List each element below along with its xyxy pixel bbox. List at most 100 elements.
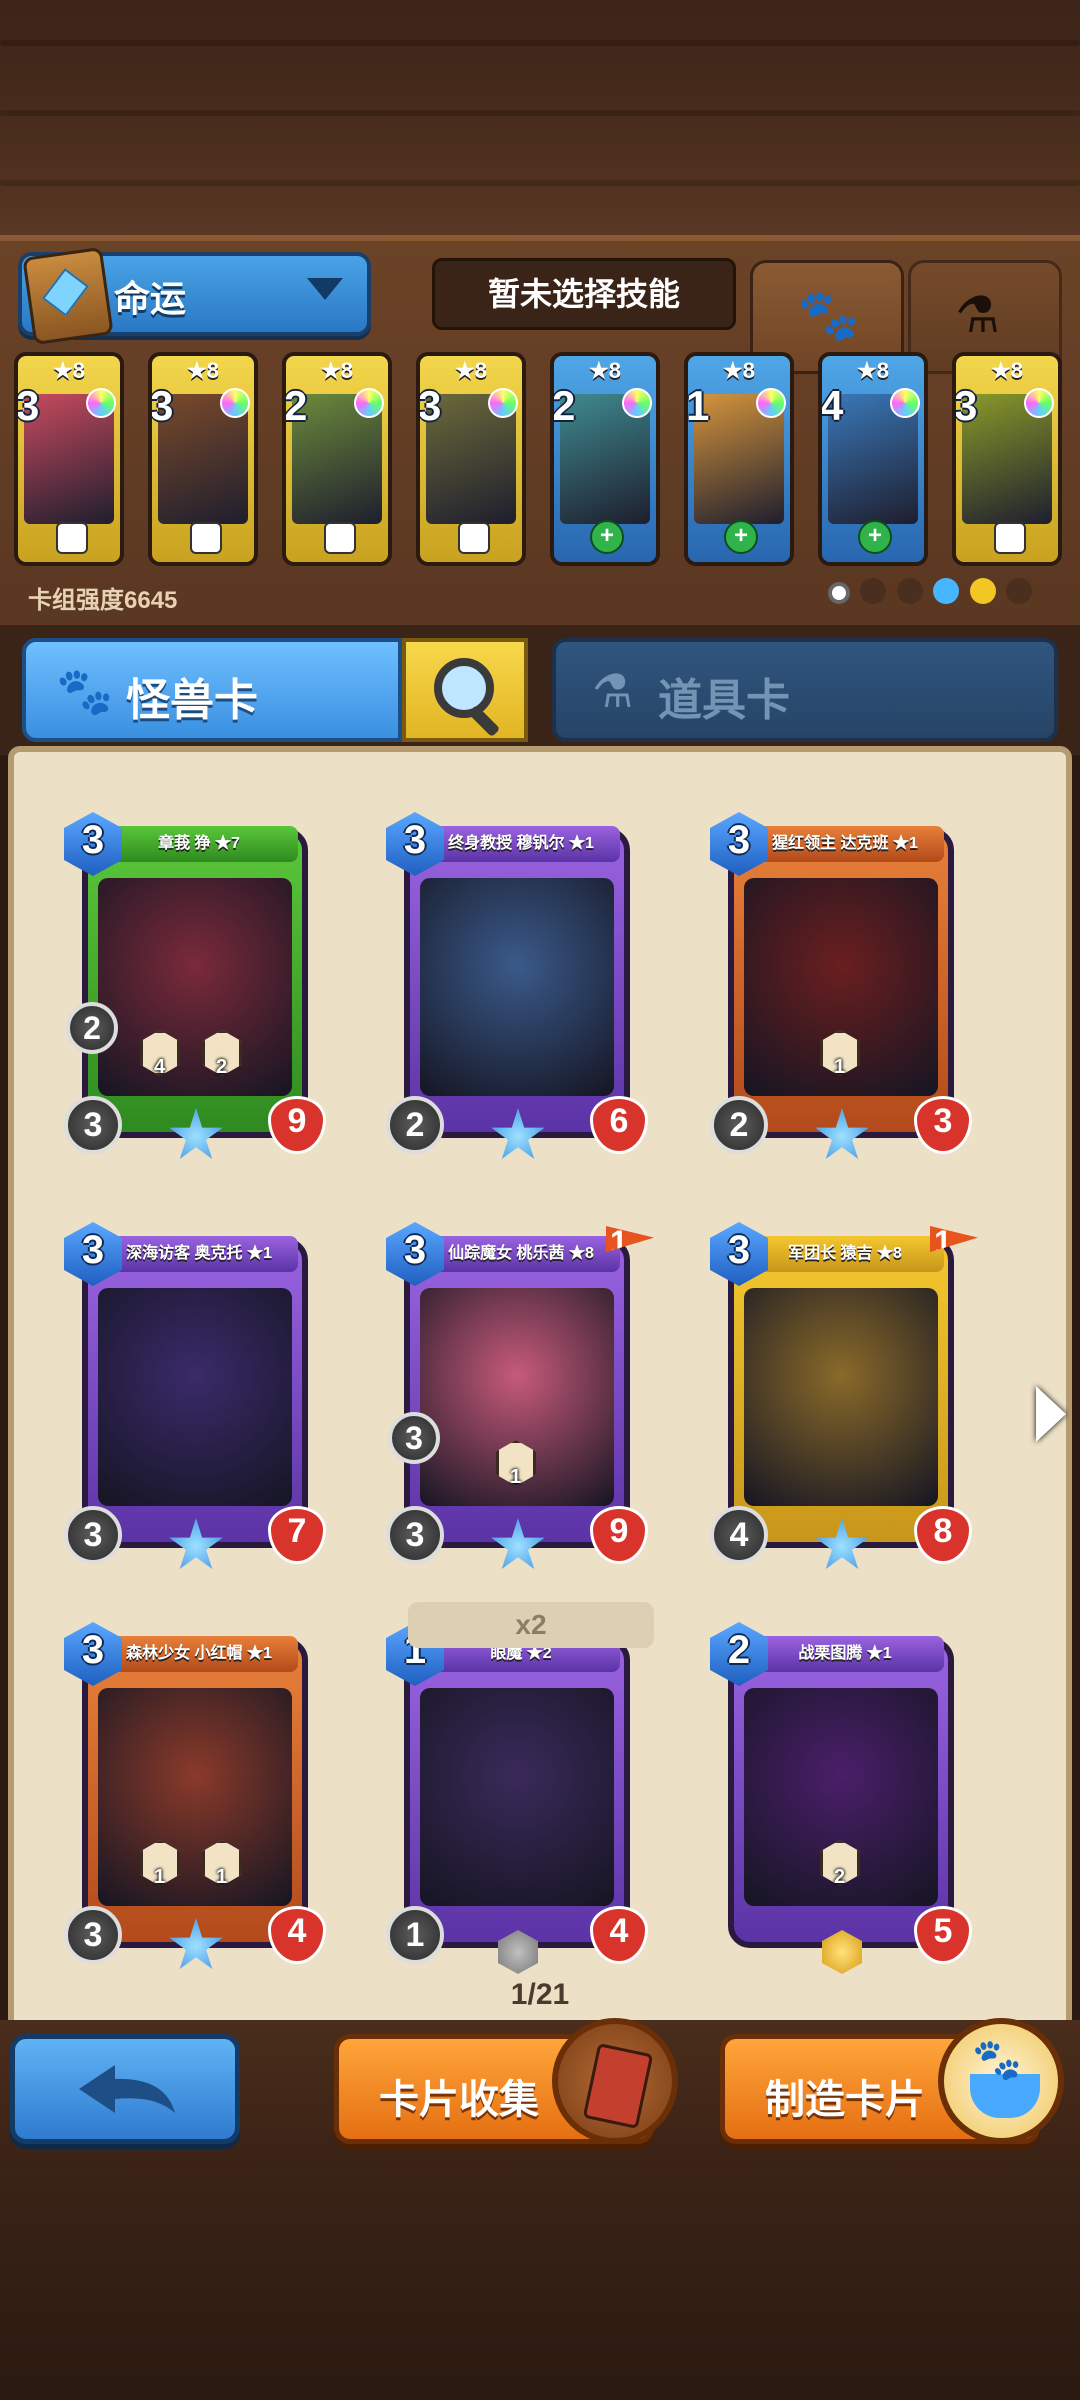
card-frame xyxy=(404,828,630,1138)
skill-value: 2 xyxy=(834,1866,846,1888)
filter-icon[interactable] xyxy=(896,578,923,604)
card-name: 军团长 猿吉 ★8 xyxy=(746,1236,944,1272)
element-gem-icon xyxy=(1024,388,1054,418)
card-cost: 2 xyxy=(284,382,308,429)
skill-value: 1 xyxy=(216,1866,228,1888)
card-attack: 2 xyxy=(405,1106,425,1144)
potion-icon: ⚗ xyxy=(592,665,634,717)
page-indicator: 1/21 xyxy=(510,1978,570,2011)
search-button[interactable] xyxy=(402,638,528,742)
card-frame xyxy=(404,1238,630,1548)
card-frame xyxy=(728,1238,954,1548)
card-cost: 3 xyxy=(727,818,751,862)
card-extra-stat: 2 xyxy=(83,1010,101,1046)
deck-strength: 卡组强度6645 xyxy=(28,587,178,614)
monster-card[interactable]: 终身教授 穆钒尔 ★1 3 6 2 xyxy=(386,812,648,1159)
card-cost: 1 xyxy=(686,382,710,429)
card-name: 仙踪魔女 桃乐茜 ★8 xyxy=(422,1236,620,1272)
card-cost: 4 xyxy=(820,382,844,429)
filter-icon[interactable] xyxy=(860,578,887,604)
next-page-arrow-icon[interactable] xyxy=(1036,1386,1066,1442)
health-icon: 9 xyxy=(268,1096,326,1154)
monster-card[interactable]: 战栗图腾 ★1 2 5 2 xyxy=(710,1622,972,1974)
monster-card[interactable]: 眼魔 ★2 1 4 1 xyxy=(386,1622,648,1974)
card-health: 3 xyxy=(933,1102,953,1140)
dice-icon xyxy=(56,522,88,554)
card-health: 7 xyxy=(287,1512,307,1550)
health-icon: 4 xyxy=(590,1906,648,1964)
button-label: 卡片收集 xyxy=(379,2078,539,2122)
deck-card[interactable]: ★8 3 xyxy=(952,352,1062,566)
card-cost: 3 xyxy=(403,818,427,862)
button-label: 制造卡片 xyxy=(765,2078,925,2122)
back-button[interactable] xyxy=(10,2034,240,2144)
attack-icon: 3 xyxy=(64,1096,122,1154)
deck-card[interactable]: ★8 3 xyxy=(14,352,124,566)
card-star: ★8 xyxy=(857,358,889,383)
tab-monster-cards[interactable]: 🐾 怪兽卡 xyxy=(22,638,402,742)
heal-icon: + xyxy=(590,520,624,554)
monster-card[interactable]: 深海访客 奥克托 ★1 3 7 3 xyxy=(64,1222,326,1569)
card-art xyxy=(744,1288,938,1506)
card-name: 章莪 狰 ★7 xyxy=(100,826,298,862)
card-star: ★8 xyxy=(991,358,1023,383)
monster-card[interactable]: 军团长 猿吉 ★8 3 8 4 1 xyxy=(710,1222,978,1569)
card-collection-icon[interactable] xyxy=(552,2018,678,2144)
dice-icon xyxy=(994,522,1026,554)
card-health: 9 xyxy=(609,1512,629,1550)
element-gem-icon xyxy=(220,388,250,418)
card-health: 4 xyxy=(287,1912,307,1950)
attack-icon: 1 xyxy=(386,1906,444,1964)
deck-selector-dropdown[interactable]: 命运 xyxy=(18,246,371,346)
dice-icon xyxy=(190,522,222,554)
attack-icon: 2 xyxy=(386,1096,444,1154)
tab-label: 道具卡 xyxy=(658,676,790,725)
filter-icons[interactable] xyxy=(828,578,1058,614)
monster-card[interactable]: 森林少女 小红帽 ★1 3 4 3 1 1 xyxy=(64,1622,326,1969)
extra-stat-icon: 2 xyxy=(66,1002,118,1054)
card-star: ★8 xyxy=(455,358,487,383)
element-gem-icon xyxy=(622,388,652,418)
deck-card[interactable]: ★8 1 + xyxy=(684,352,794,566)
card-cost: 3 xyxy=(81,818,105,862)
top-wood-decoration xyxy=(0,0,1080,240)
card-extra-stat: 3 xyxy=(405,1420,423,1456)
filter-fire-icon[interactable] xyxy=(1006,578,1033,604)
card-attack: 1 xyxy=(405,1916,425,1954)
card-cost: 3 xyxy=(81,1228,105,1272)
monster-card[interactable]: 猩红领主 达克班 ★1 3 3 2 1 xyxy=(710,812,972,1159)
card-frame xyxy=(404,1638,630,1948)
card-attack: 3 xyxy=(83,1106,103,1144)
deck-card[interactable]: ★8 3 xyxy=(148,352,258,566)
back-arrow-icon xyxy=(79,2065,175,2113)
filter-wind-icon[interactable] xyxy=(969,578,996,604)
card-name: 猩红领主 达克班 ★1 xyxy=(746,826,944,862)
craft-potion-icon[interactable]: 🐾 xyxy=(938,2018,1064,2144)
monster-card[interactable]: 仙踪魔女 桃乐茜 ★8 3 9 3 3 1 1 xyxy=(386,1222,654,1569)
skill-value: 2 xyxy=(216,1056,228,1078)
deck-card[interactable]: ★8 4 + xyxy=(818,352,928,566)
card-art xyxy=(98,878,292,1096)
dice-icon xyxy=(324,522,356,554)
tab-label: 怪兽卡 xyxy=(126,676,258,725)
deck-card[interactable]: ★8 3 xyxy=(416,352,526,566)
card-cost: 2 xyxy=(727,1628,751,1672)
card-name: 深海访客 奥克托 ★1 xyxy=(100,1236,298,1272)
filter-water-icon[interactable] xyxy=(933,578,960,604)
card-star: ★8 xyxy=(321,358,353,383)
monster-card[interactable]: 章莪 狰 ★7 3 9 3 2 4 2 xyxy=(64,812,326,1159)
element-gem-icon xyxy=(890,388,920,418)
element-gem-icon xyxy=(354,388,384,418)
attack-icon: 3 xyxy=(64,1906,122,1964)
health-icon: 5 xyxy=(914,1906,972,1964)
card-health: 6 xyxy=(609,1102,629,1140)
card-health: 8 xyxy=(933,1512,953,1550)
element-gem-icon xyxy=(756,388,786,418)
tab-item-cards[interactable]: ⚗ 道具卡 xyxy=(552,638,1058,742)
health-icon: 7 xyxy=(268,1506,326,1564)
skill-status[interactable]: 暂未选择技能 xyxy=(432,258,736,330)
filter-all-icon[interactable] xyxy=(828,582,850,604)
deck-card[interactable]: ★8 2 xyxy=(282,352,392,566)
card-health: 4 xyxy=(609,1912,629,1950)
deck-card[interactable]: ★8 2 + xyxy=(550,352,660,566)
